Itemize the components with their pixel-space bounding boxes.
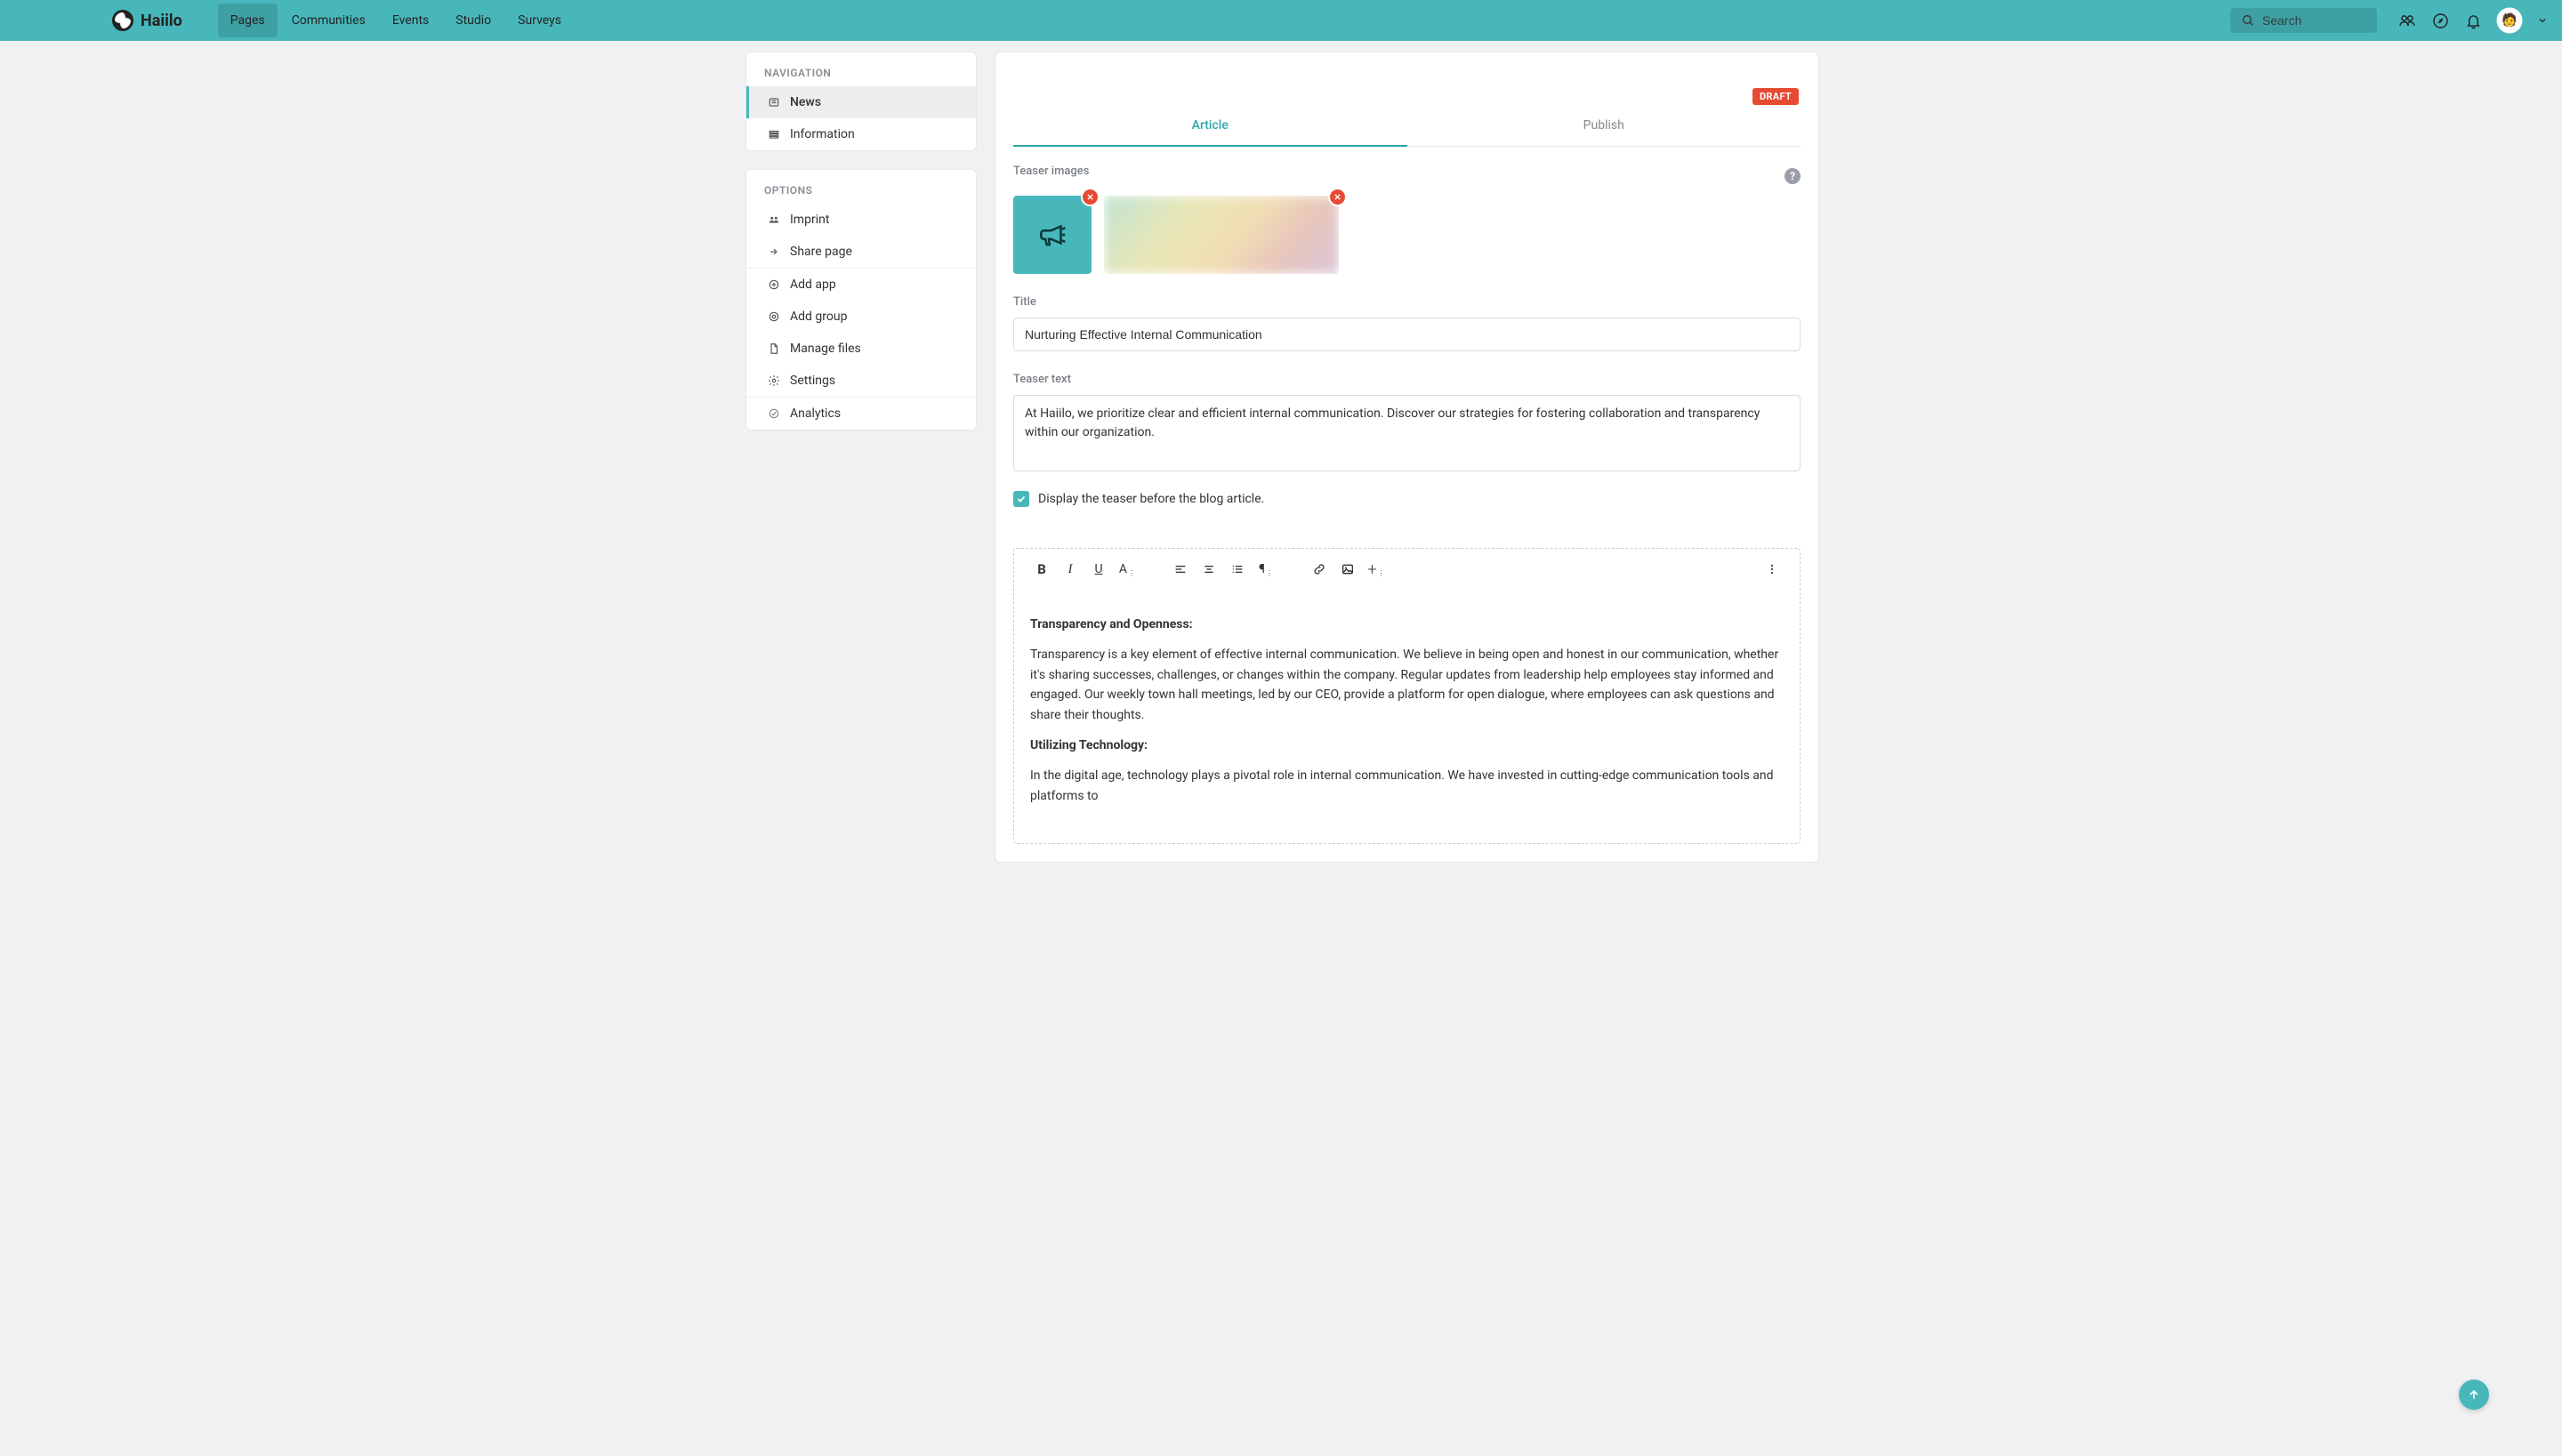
- checkbox-label: Display the teaser before the blog artic…: [1038, 492, 1264, 506]
- sidebar-item-add-app[interactable]: Add app: [746, 269, 976, 301]
- teaser-image-2[interactable]: [1104, 196, 1339, 274]
- sidebar-item-label: News: [790, 95, 821, 109]
- sidebar-item-imprint[interactable]: Imprint: [746, 204, 976, 236]
- remove-image-button[interactable]: [1330, 189, 1345, 205]
- italic-button[interactable]: I: [1059, 558, 1082, 581]
- align-center-button[interactable]: [1197, 558, 1221, 581]
- checkbox[interactable]: [1013, 491, 1029, 507]
- sidebar-nav-card: NAVIGATION News Information: [745, 52, 977, 151]
- tab-surveys[interactable]: Surveys: [505, 4, 574, 37]
- info-icon: [767, 128, 781, 141]
- sidebar-item-analytics[interactable]: Analytics: [746, 398, 976, 430]
- tab-publish[interactable]: Publish: [1407, 106, 1801, 147]
- text-style-button[interactable]: A⋮: [1116, 558, 1139, 581]
- align-left-button[interactable]: [1169, 558, 1192, 581]
- teaser-text-input[interactable]: [1013, 395, 1801, 471]
- people-icon[interactable]: [2398, 12, 2416, 29]
- logo-icon: [112, 10, 133, 31]
- main-content: DRAFT Article Publish Teaser images ?: [995, 52, 1819, 863]
- teaser-images-label: Teaser images: [1013, 165, 1089, 178]
- megaphone-icon: [1035, 218, 1069, 252]
- topnav: Haiilo Pages Communities Events Studio S…: [0, 0, 2562, 41]
- tab-events[interactable]: Events: [380, 4, 441, 37]
- nav-section-title: NAVIGATION: [746, 52, 976, 86]
- link-button[interactable]: [1308, 558, 1331, 581]
- sidebar-item-label: Analytics: [790, 406, 841, 421]
- editor-paragraph-1: Transparency is a key element of effecti…: [1030, 645, 1784, 725]
- editor-content[interactable]: Transparency and Openness: Transparency …: [1014, 590, 1800, 843]
- navigate-icon[interactable]: [2432, 12, 2449, 29]
- tab-studio[interactable]: Studio: [443, 4, 504, 37]
- sidebar: NAVIGATION News Information OPTIONS I: [745, 52, 977, 448]
- add-circle-icon: [767, 310, 781, 323]
- status-badge: DRAFT: [1752, 88, 1799, 105]
- bell-icon[interactable]: [2465, 12, 2482, 29]
- search-box[interactable]: [2230, 8, 2377, 33]
- topnav-icons: 🧑: [2398, 9, 2548, 32]
- brand-area[interactable]: Haiilo: [112, 10, 182, 31]
- editor-paragraph-2: In the digital age, technology plays a p…: [1030, 766, 1784, 806]
- title-input[interactable]: [1013, 318, 1801, 351]
- sidebar-item-share-page[interactable]: Share page: [746, 236, 976, 268]
- search-icon: [2241, 13, 2255, 28]
- list-button[interactable]: [1226, 558, 1249, 581]
- sidebar-item-manage-files[interactable]: Manage files: [746, 333, 976, 365]
- sidebar-item-label: Add app: [790, 278, 836, 292]
- sidebar-item-label: Add group: [790, 310, 847, 324]
- check-circle-icon: [767, 407, 781, 420]
- underline-button[interactable]: U: [1087, 558, 1110, 581]
- title-label: Title: [1013, 295, 1801, 309]
- editor-toolbar: B I U A⋮: [1014, 549, 1800, 590]
- image-button[interactable]: [1336, 558, 1359, 581]
- more-button[interactable]: [1760, 558, 1784, 581]
- tab-article[interactable]: Article: [1013, 106, 1407, 147]
- scroll-to-top-button[interactable]: [2459, 1380, 2489, 1410]
- gear-icon: [767, 374, 781, 387]
- teaser-text-label: Teaser text: [1013, 373, 1801, 386]
- share-icon: [767, 245, 781, 258]
- editor-heading-1: Transparency and Openness:: [1030, 617, 1193, 631]
- sidebar-item-add-group[interactable]: Add group: [746, 301, 976, 333]
- tab-pages[interactable]: Pages: [218, 4, 278, 37]
- help-icon[interactable]: ?: [1785, 168, 1801, 184]
- news-icon: [767, 96, 781, 109]
- topnav-tabs: Pages Communities Events Studio Surveys: [218, 4, 574, 37]
- add-circle-icon: [767, 278, 781, 291]
- article-card: DRAFT Article Publish Teaser images ?: [995, 52, 1819, 863]
- sidebar-item-information[interactable]: Information: [746, 118, 976, 150]
- main-tabs: Article Publish: [1013, 106, 1801, 147]
- remove-image-button[interactable]: [1083, 189, 1098, 205]
- sidebar-item-news[interactable]: News: [746, 86, 976, 118]
- editor-heading-2: Utilizing Technology:: [1030, 738, 1148, 752]
- rich-text-editor: B I U A⋮: [1013, 548, 1801, 844]
- sidebar-item-label: Manage files: [790, 342, 861, 356]
- bold-button[interactable]: B: [1030, 558, 1053, 581]
- tab-communities[interactable]: Communities: [279, 4, 378, 37]
- sidebar-item-label: Settings: [790, 374, 835, 388]
- sidebar-options-card: OPTIONS Imprint Share page Add app: [745, 169, 977, 430]
- options-section-title: OPTIONS: [746, 170, 976, 204]
- sidebar-item-label: Information: [790, 127, 855, 141]
- insert-button[interactable]: +⋮: [1365, 558, 1388, 581]
- group-icon: [767, 213, 781, 226]
- file-icon: [767, 342, 781, 355]
- sidebar-item-label: Share page: [790, 245, 852, 259]
- brand-name: Haiilo: [141, 12, 182, 30]
- teaser-image-1[interactable]: [1013, 196, 1092, 274]
- teaser-images: [1013, 196, 1801, 274]
- display-teaser-checkbox-row[interactable]: Display the teaser before the blog artic…: [1013, 491, 1801, 507]
- sidebar-item-settings[interactable]: Settings: [746, 365, 976, 397]
- sidebar-item-label: Imprint: [790, 213, 829, 227]
- chevron-down-icon[interactable]: [2537, 15, 2548, 26]
- paragraph-button[interactable]: ¶⋮: [1254, 558, 1277, 581]
- avatar[interactable]: 🧑: [2498, 9, 2521, 32]
